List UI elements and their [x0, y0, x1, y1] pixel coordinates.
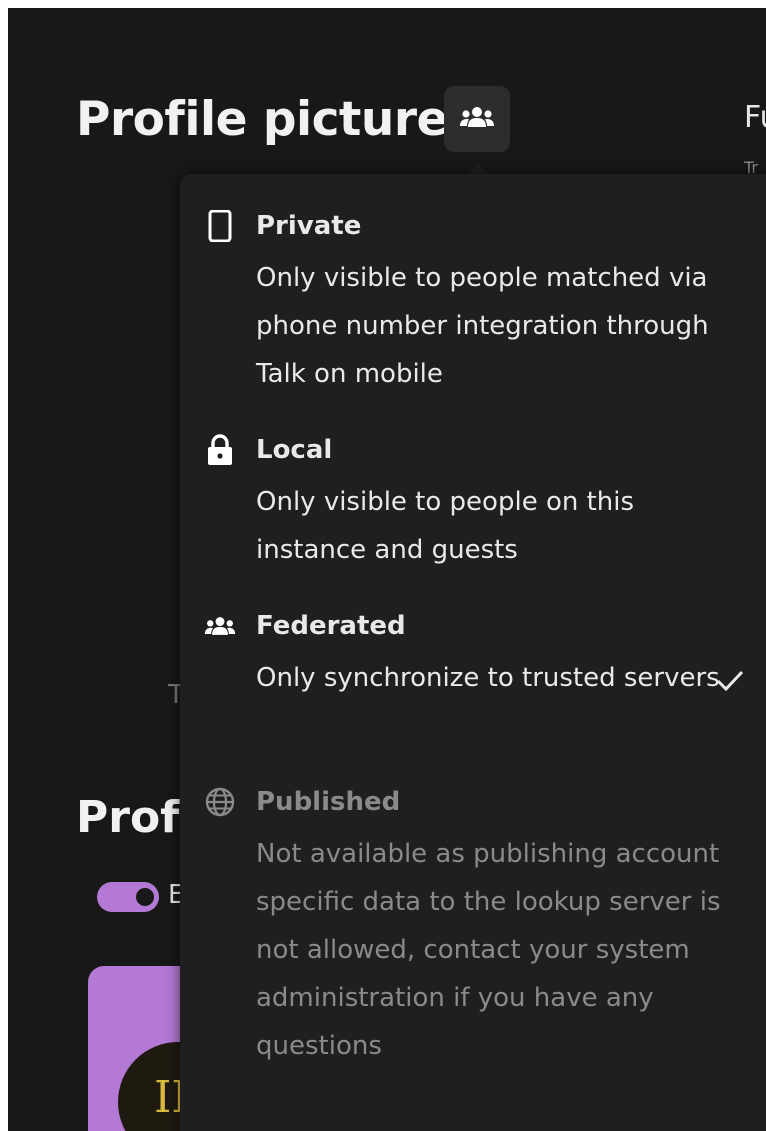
visibility-button[interactable]: [444, 86, 510, 152]
lock-icon: [204, 434, 236, 466]
checkmark-icon: [714, 664, 746, 696]
people-group-icon: [204, 610, 236, 642]
option-title: Private: [256, 211, 362, 241]
option-private[interactable]: Private Only visible to people matched v…: [180, 210, 760, 400]
settings-page: Profile picture Fu Tr T Prof E II: [8, 8, 766, 1131]
option-description: Only synchronize to trusted servers: [256, 663, 720, 693]
profile-section-title: Prof: [76, 792, 180, 843]
people-group-icon: [459, 105, 495, 133]
option-description: Only visible to people matched via phone…: [256, 263, 709, 389]
option-federated[interactable]: Federated Only synchronize to trusted se…: [180, 610, 760, 750]
visibility-popover-menu: Private Only visible to people matched v…: [180, 174, 766, 1131]
option-published[interactable]: Published Not available as publishing ac…: [180, 786, 760, 1116]
option-title: Federated: [256, 611, 406, 641]
toggle-knob: [136, 888, 154, 906]
option-description: Not available as publishing account spec…: [256, 839, 721, 1061]
option-description: Only visible to people on this instance …: [256, 487, 635, 565]
enable-profile-toggle[interactable]: [97, 882, 159, 912]
full-name-label: Fu: [744, 100, 766, 135]
phone-icon: [204, 210, 236, 242]
page-title: Profile picture: [76, 92, 448, 147]
option-title: Local: [256, 435, 333, 465]
option-local[interactable]: Local Only visible to people on this ins…: [180, 434, 760, 574]
option-title: Published: [256, 787, 401, 817]
globe-icon: [204, 786, 236, 818]
popover-arrow: [468, 164, 488, 174]
